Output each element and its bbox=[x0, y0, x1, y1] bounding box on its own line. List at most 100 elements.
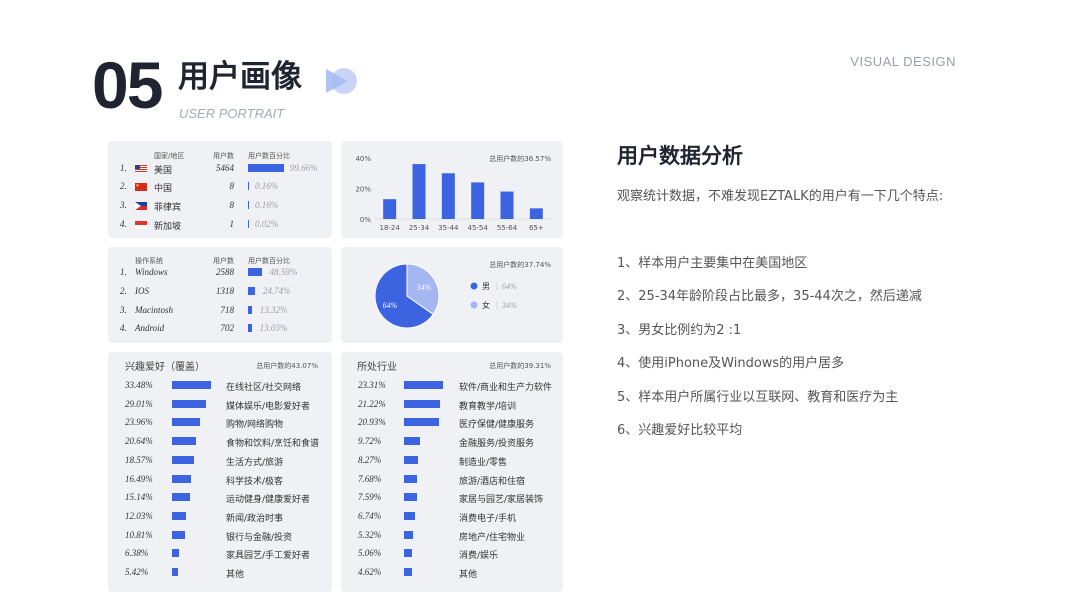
x-tick-label: 25-34 bbox=[409, 224, 430, 232]
gender-pie-chart: 64% 34% 男 64% 女 34% bbox=[374, 263, 517, 329]
pct-label: 0.02% bbox=[255, 219, 279, 229]
pct-label: 12.03% bbox=[125, 510, 153, 521]
rank-label: 4. bbox=[120, 323, 127, 333]
analysis-title: 用户数据分析 bbox=[617, 144, 743, 168]
interest-name: 在线社区/社交网络 bbox=[226, 383, 302, 393]
pct-bar bbox=[172, 437, 197, 446]
pct-bar bbox=[172, 381, 211, 389]
page-title: 用户画像 bbox=[178, 59, 302, 95]
pct-label: 15.14% bbox=[125, 492, 153, 503]
pct-label: 6.38% bbox=[125, 548, 149, 559]
pct-bar bbox=[248, 220, 249, 228]
pct-label: 7.68% bbox=[358, 473, 382, 484]
brand-label: VISUAL DESIGN bbox=[850, 54, 956, 69]
industry-name: 制造业/零售 bbox=[459, 457, 508, 468]
industry-total-label: 总用户数的39.31% bbox=[489, 362, 551, 370]
interest-name: 新闻/政治时事 bbox=[226, 513, 284, 524]
interest-name: 科学技术/极客 bbox=[226, 476, 284, 487]
interest-title: 兴趣爱好（覆盖） bbox=[125, 362, 205, 373]
interest-name: 家具园艺/手工爱好者 bbox=[226, 551, 311, 562]
legend-value: 34% bbox=[501, 301, 517, 310]
x-tick-label: 18-24 bbox=[379, 224, 400, 232]
industry-row: 6.74% 消费电子/手机 bbox=[341, 511, 563, 525]
user-count: 8 bbox=[229, 181, 235, 191]
pct-label: 13.03% bbox=[259, 323, 288, 333]
os-card: 操作系统 用户数 用户数百分比 1. Windows 2588 48.59% 2. IOS… bbox=[108, 247, 332, 343]
pct-label: 99.66% bbox=[289, 163, 318, 173]
pct-bar bbox=[248, 201, 249, 209]
rank-label: 3. bbox=[120, 305, 127, 315]
pct-label: 10.81% bbox=[125, 529, 153, 540]
pct-bar bbox=[404, 455, 418, 464]
country-row: 3. 菲律宾 8 0.16% bbox=[108, 200, 332, 214]
legend-swatch bbox=[470, 282, 478, 290]
os-row: 2. IOS 1318 24.74% bbox=[108, 286, 332, 300]
os-name: IOS bbox=[135, 286, 149, 296]
pct-bar bbox=[404, 437, 421, 446]
pct-label: 7.59% bbox=[358, 492, 382, 503]
rank-label: 1. bbox=[120, 163, 127, 173]
pct-label: 16.49% bbox=[125, 473, 153, 484]
y-tick-label: 0% bbox=[360, 216, 371, 224]
industry-row: 23.31% 软件/商业和生产力软件 bbox=[341, 380, 563, 394]
pct-bar bbox=[404, 474, 417, 483]
user-count: 5464 bbox=[216, 163, 234, 173]
pct-label: 13.32% bbox=[259, 305, 288, 315]
industry-name: 消费/娱乐 bbox=[459, 551, 499, 562]
pct-bar bbox=[172, 474, 192, 483]
interest-name: 媒体娱乐/电影爱好者 bbox=[226, 401, 311, 412]
pct-label: 23.31% bbox=[358, 380, 386, 390]
industry-name: 房地产/住宅物业 bbox=[459, 532, 526, 543]
pct-bar bbox=[248, 287, 255, 295]
pct-bar bbox=[248, 306, 252, 314]
pct-label: 20.64% bbox=[125, 436, 153, 447]
age-chart-card: 总用户数的36.57% 0% 20% 40% 18-24 25-34 35-44 45-54… bbox=[341, 141, 563, 238]
cn-flag-icon bbox=[135, 183, 147, 191]
interest-total-label: 总用户数的43.07% bbox=[256, 362, 318, 370]
interest-row: 16.49% 科学技术/极客 bbox=[108, 474, 332, 488]
industry-row: 5.32% 房地产/住宅物业 bbox=[341, 530, 563, 544]
pct-bar bbox=[172, 549, 180, 558]
os-row: 3. Macintosh 718 13.32% bbox=[108, 305, 332, 319]
pct-bar bbox=[404, 381, 443, 389]
interest-row: 6.38% 家具园艺/手工爱好者 bbox=[108, 548, 332, 562]
pct-label: 0.16% bbox=[255, 200, 279, 210]
count-col-header: 用户数 bbox=[213, 152, 234, 160]
industry-name: 金融服务/投资服务 bbox=[459, 439, 535, 450]
industry-name: 软件/商业和生产力软件 bbox=[459, 383, 553, 393]
us-flag-icon bbox=[135, 165, 147, 173]
pct-label: 20.93% bbox=[358, 417, 386, 428]
pct-bar bbox=[172, 399, 206, 408]
user-count: 2588 bbox=[216, 267, 234, 277]
industry-name: 消费电子/手机 bbox=[459, 513, 517, 524]
legend-label: 男 bbox=[482, 282, 490, 291]
pct-bar bbox=[404, 530, 413, 539]
user-count: 1 bbox=[229, 219, 235, 229]
interest-name: 食物和饮料/烹饪和食谱 bbox=[226, 439, 320, 450]
play-logo-icon bbox=[326, 68, 357, 94]
page-subtitle: USER PORTRAIT bbox=[179, 106, 285, 121]
country-row: 2. 中国 8 0.16% bbox=[108, 181, 332, 195]
analysis-point: 6、兴趣爱好比较平均 bbox=[617, 423, 743, 438]
country-name: 菲律宾 bbox=[154, 203, 182, 213]
legend-label: 女 bbox=[482, 300, 490, 310]
pie-value-label: 64% bbox=[383, 301, 398, 310]
pct-bar bbox=[172, 530, 185, 539]
rank-label: 3. bbox=[120, 200, 127, 210]
pct-label: 24.74% bbox=[262, 286, 291, 296]
pct-bar bbox=[404, 511, 416, 520]
industry-name: 教育教学/培训 bbox=[459, 401, 517, 412]
user-count: 1318 bbox=[216, 286, 234, 296]
os-name: Android bbox=[135, 323, 165, 333]
pct-bar bbox=[172, 568, 179, 576]
interest-row: 23.96% 购物/网络购物 bbox=[108, 417, 332, 431]
pct-bar bbox=[172, 455, 194, 464]
pct-bar bbox=[404, 418, 440, 427]
age-bar bbox=[529, 208, 543, 219]
age-bar bbox=[500, 191, 514, 219]
age-bar bbox=[441, 173, 455, 219]
ph-flag-icon bbox=[135, 202, 147, 210]
x-tick-label: 65+ bbox=[529, 224, 544, 232]
country-row: 1. 美国 5464 99.66% bbox=[108, 163, 332, 177]
pct-bar bbox=[248, 324, 252, 332]
